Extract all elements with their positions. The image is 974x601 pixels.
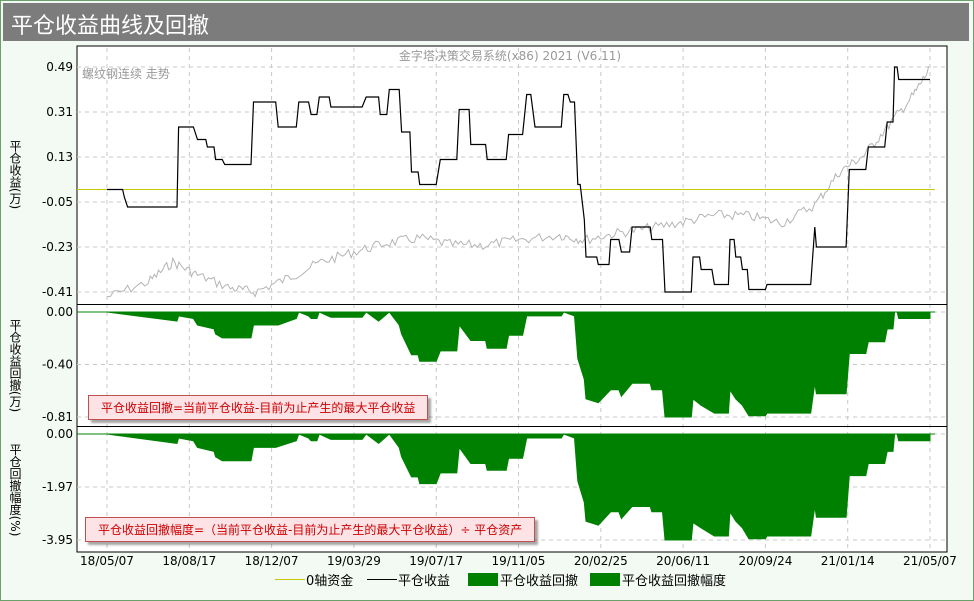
y-axis-label: 平仓收益回撤(万): [8, 319, 22, 412]
x-tick-label: 18/05/07: [80, 554, 134, 568]
legend-zero-line: 0轴资金: [306, 574, 354, 589]
y-axis-label: 平仓收益(万): [8, 140, 22, 209]
price-series-label: 螺纹钢连续 走势: [82, 66, 170, 81]
x-tick-label: 21/01/14: [821, 554, 875, 568]
legend-zero-line-swatch: [275, 579, 305, 580]
y-tick-label: -0.23: [42, 240, 73, 254]
y-tick-label: -0.41: [42, 285, 73, 299]
y-tick-label: 0.00: [46, 427, 73, 441]
x-tick-label: 20/06/11: [656, 554, 710, 568]
drawdown-pct-note: 平仓收益回撤幅度=（当前平仓收益-目前为止产生的最大平仓收益）÷ 平仓资产: [85, 517, 536, 542]
legend-drawdown-pct-swatch: [590, 573, 620, 586]
x-tick-label: 18/12/07: [245, 554, 299, 568]
y-tick-label: -1.97: [42, 480, 73, 494]
x-tick-label: 21/05/07: [903, 554, 957, 568]
watermark-text: 金字塔决策交易系统(x86) 2021 (V6.11): [399, 48, 621, 63]
equity-drawdown-chart: 18/05/07 18/08/17 18/12/07 19/03/29 19/07/17…: [8, 45, 957, 568]
y-tick-label: 0.31: [46, 105, 73, 119]
x-tick-label: 19/07/17: [409, 554, 463, 568]
drawdown-note: 平仓收益回撤=当前平仓收益-目前为止产生的最大平仓收益: [88, 395, 429, 420]
x-tick-label: 18/08/17: [162, 554, 216, 568]
y-tick-label: 0.00: [46, 305, 73, 319]
y-tick-label: -0.05: [42, 195, 73, 209]
y-tick-label: -0.81: [42, 410, 73, 424]
legend-equity: 平仓收益: [398, 574, 451, 589]
x-tick-label: 19/11/05: [492, 554, 546, 568]
y-tick-label: 0.13: [46, 150, 73, 164]
legend-drawdown-pct: 平仓收益回撤幅度: [622, 574, 727, 589]
y-tick-label: -0.40: [42, 358, 73, 372]
x-tick-label: 19/03/29: [327, 554, 381, 568]
y-tick-label: 0.49: [46, 60, 73, 74]
y-axis-label: 平仓回撤幅度(%): [8, 444, 22, 537]
y-tick-label: -3.95: [42, 533, 73, 547]
legend-drawdown: 平仓收益回撤: [500, 574, 579, 589]
legend-equity-swatch: [367, 579, 397, 580]
legend-drawdown-swatch: [468, 573, 498, 586]
x-tick-label: 20/09/24: [738, 554, 792, 568]
x-tick-label: 20/02/25: [574, 554, 628, 568]
